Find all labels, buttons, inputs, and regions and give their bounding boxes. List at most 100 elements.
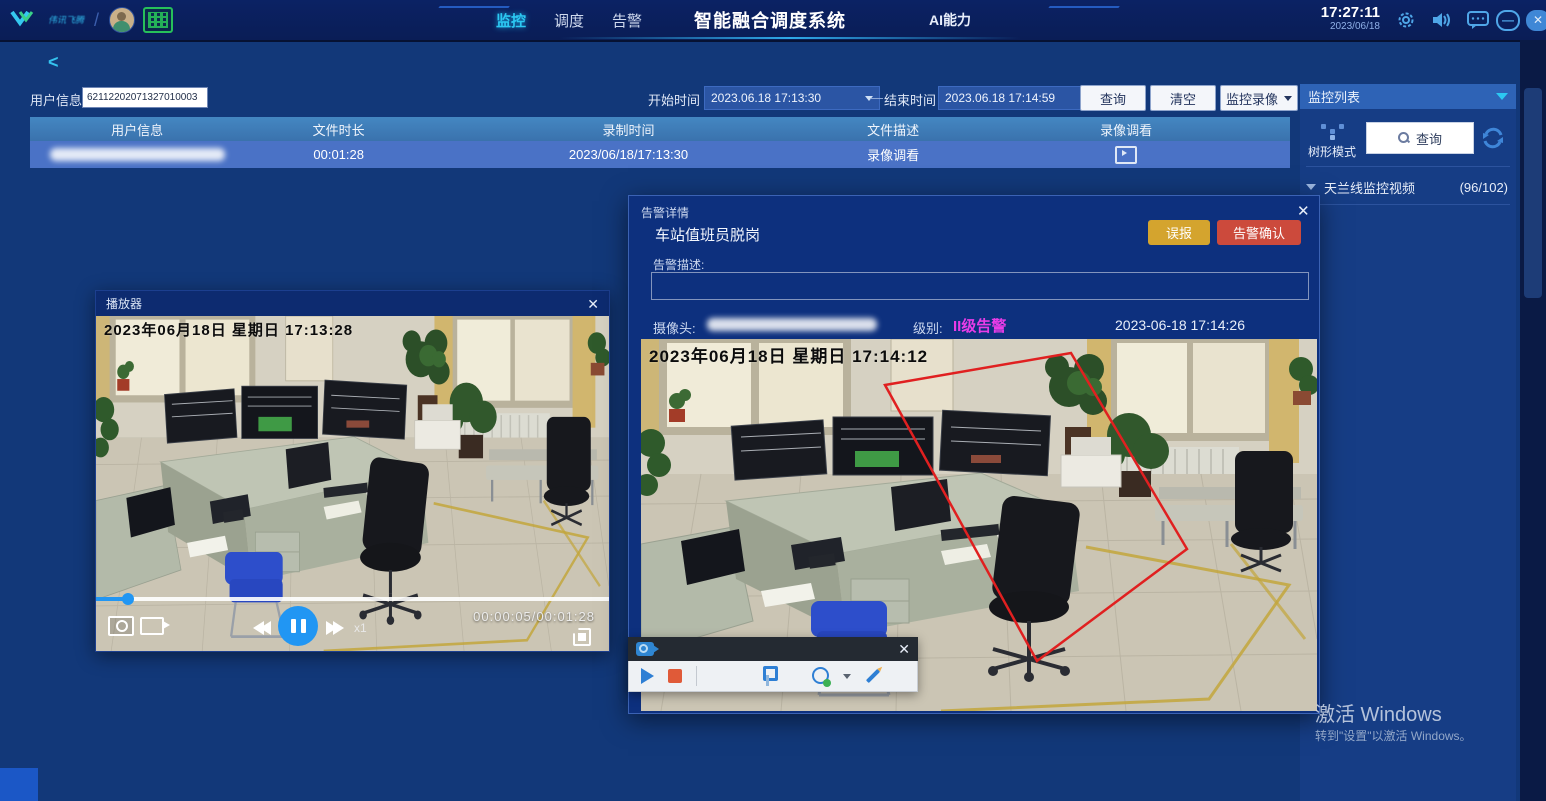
col-description: 文件描述 (824, 117, 963, 141)
expand-caret-icon (1306, 184, 1316, 190)
scrollbar-thumb[interactable] (1524, 88, 1542, 298)
range-separator: — (870, 90, 883, 105)
sidebar-item-video-group[interactable]: 天兰线监控视频 (96/102) (1304, 174, 1512, 200)
cell-duration: 00:01:28 (244, 141, 433, 168)
capture-tool-icon[interactable] (761, 666, 775, 686)
recorder-title-bar[interactable]: ✕ (628, 637, 918, 661)
app-title: 智能融合调度系统 (600, 0, 940, 40)
player-time-display: 00:00:05/00:01:28 (473, 609, 595, 624)
start-time-label: 开始时间 (648, 90, 700, 109)
monitor-list-panel: 监控列表 树形模式 查询 天兰线监控视频 (96/102) (1300, 84, 1516, 801)
message-icon[interactable] (1466, 9, 1490, 31)
query-bar: 用户信息 62112202071327010003 开始时间 2023.06.1… (0, 84, 1290, 112)
rewind-icon[interactable] (253, 621, 271, 635)
alarm-name: 车站值班员脱岗 (655, 224, 760, 245)
alarm-desc-input[interactable] (651, 272, 1309, 300)
settings-gear-icon[interactable] (1394, 9, 1418, 31)
brand-separator: / (94, 10, 99, 31)
annotate-pencil-icon[interactable] (866, 669, 880, 683)
speaker-icon[interactable] (1430, 9, 1454, 31)
sidebar-item-label: 天兰线监控视频 (1324, 178, 1415, 197)
end-time-label: 结束时间 (884, 90, 936, 109)
col-user-info: 用户信息 (30, 117, 244, 141)
fast-forward-icon[interactable] (326, 621, 344, 635)
windows-activation-watermark: 激活 Windows 转到"设置"以激活 Windows。 (1315, 702, 1472, 744)
player-video[interactable]: 2023年06月18日 星期日 17:13:28 x1 00:00:05/00:… (96, 316, 609, 651)
user-info-input[interactable]: 62112202071327010003 (82, 87, 208, 108)
user-avatar[interactable] (109, 7, 135, 33)
false-alarm-button[interactable]: 误报 (1148, 220, 1210, 245)
pause-button[interactable] (278, 606, 318, 646)
webcam-options-caret-icon[interactable] (843, 674, 851, 679)
level-label: 级别: (913, 318, 943, 337)
sidebar-item-count: (96/102) (1460, 180, 1508, 195)
start-time-picker[interactable]: 2023.06.18 17:13:30 (704, 86, 880, 110)
camera-label: 摄像头: (653, 318, 696, 337)
clock-date: 2023/06/18 (1321, 21, 1380, 33)
dialog-close-icon[interactable]: ✕ (1297, 202, 1310, 220)
recorder-toolbar: ✕ (628, 637, 918, 692)
back-arrow[interactable]: < (48, 52, 59, 73)
player-progress-bar[interactable] (96, 597, 609, 601)
tab-monitor[interactable]: 监控 (496, 10, 526, 31)
panel-collapse-icon (1496, 93, 1508, 100)
tree-icon (1321, 124, 1343, 140)
close-button[interactable]: ✕ (1526, 9, 1546, 31)
record-camera-icon[interactable] (140, 617, 164, 635)
clock-time: 17:27:11 (1321, 4, 1380, 21)
alarm-level-value: II级告警 (953, 315, 1006, 336)
tab-dispatch[interactable]: 调度 (554, 10, 584, 31)
col-playback: 录像调看 (962, 117, 1290, 141)
recordings-table: 用户信息 文件时长 录制时间 文件描述 录像调看 00:01:28 2023/0… (30, 117, 1290, 168)
alarm-desc-label: 告警描述: (653, 256, 704, 273)
recorder-close-icon[interactable]: ✕ (898, 642, 910, 656)
player-close-icon[interactable]: ✕ (587, 297, 599, 311)
alarm-confirm-button[interactable]: 告警确认 (1217, 220, 1301, 245)
search-icon (1398, 132, 1410, 144)
query-clear-button[interactable]: 清空 (1150, 85, 1216, 111)
redacted-camera-name (707, 318, 877, 331)
recorder-controls (628, 661, 918, 692)
dial-pad-icon[interactable] (143, 7, 173, 33)
dialog-title: 告警详情 (641, 204, 689, 221)
alarm-time: 2023-06-18 17:14:26 (1115, 317, 1245, 333)
recorder-play-button[interactable] (641, 668, 654, 684)
redacted-user-info (50, 148, 225, 161)
query-search-button[interactable]: 查询 (1080, 85, 1146, 111)
record-type-dropdown[interactable]: 监控录像 (1220, 85, 1298, 111)
video-osd-timestamp: 2023年06月18日 星期日 17:14:12 (649, 342, 928, 367)
cell-record-time: 2023/06/18/17:13:30 (433, 141, 824, 168)
tree-mode-toggle[interactable]: 树形模式 (1308, 124, 1356, 160)
cell-playback (962, 141, 1290, 168)
app-window: 伟讯飞腾 / 监控 调度 告警 智能融合调度系统 AI能力 17:27:11 2… (0, 0, 1546, 801)
add-webcam-icon[interactable] (811, 667, 829, 685)
clock: 17:27:11 2023/06/18 (1321, 4, 1380, 33)
recorder-icon (636, 642, 654, 656)
player-progress-handle[interactable] (122, 593, 134, 605)
player-title-bar[interactable]: 播放器 ✕ (96, 291, 609, 316)
top-bar: 伟讯飞腾 / 监控 调度 告警 智能融合调度系统 AI能力 17:27:11 2… (0, 0, 1546, 42)
sidebar-search-button[interactable]: 查询 (1366, 122, 1474, 154)
snapshot-icon[interactable] (108, 616, 134, 636)
bottom-left-fragment (0, 768, 38, 801)
col-record-time: 录制时间 (433, 117, 824, 141)
cell-description: 录像调看 (824, 141, 963, 168)
brand-name: 伟讯飞腾 (48, 16, 84, 25)
caret-down-icon (1284, 96, 1292, 101)
table-row[interactable]: 00:01:28 2023/06/18/17:13:30 录像调看 (30, 141, 1290, 168)
playback-speed[interactable]: x1 (354, 621, 367, 635)
watermark-line1: 激活 Windows (1315, 702, 1472, 728)
player-window: 播放器 ✕ 2023年06月18日 星期日 17:13:28 x1 00:00:… (95, 290, 610, 652)
tab-ai-capability[interactable]: AI能力 (905, 0, 995, 40)
fullscreen-icon[interactable] (573, 628, 591, 646)
video-osd-timestamp: 2023年06月18日 星期日 17:13:28 (104, 319, 353, 340)
logo-icon (10, 9, 40, 31)
playback-monitor-icon[interactable] (1115, 146, 1137, 164)
refresh-icon[interactable] (1480, 126, 1506, 150)
cell-user-info (30, 141, 244, 168)
brand-logo: 伟讯飞腾 / (0, 7, 173, 33)
watermark-line2: 转到"设置"以激活 Windows。 (1315, 728, 1472, 744)
minimize-button[interactable]: — (1496, 9, 1520, 31)
monitor-list-header[interactable]: 监控列表 (1300, 84, 1516, 109)
recorder-stop-button[interactable] (668, 669, 682, 683)
